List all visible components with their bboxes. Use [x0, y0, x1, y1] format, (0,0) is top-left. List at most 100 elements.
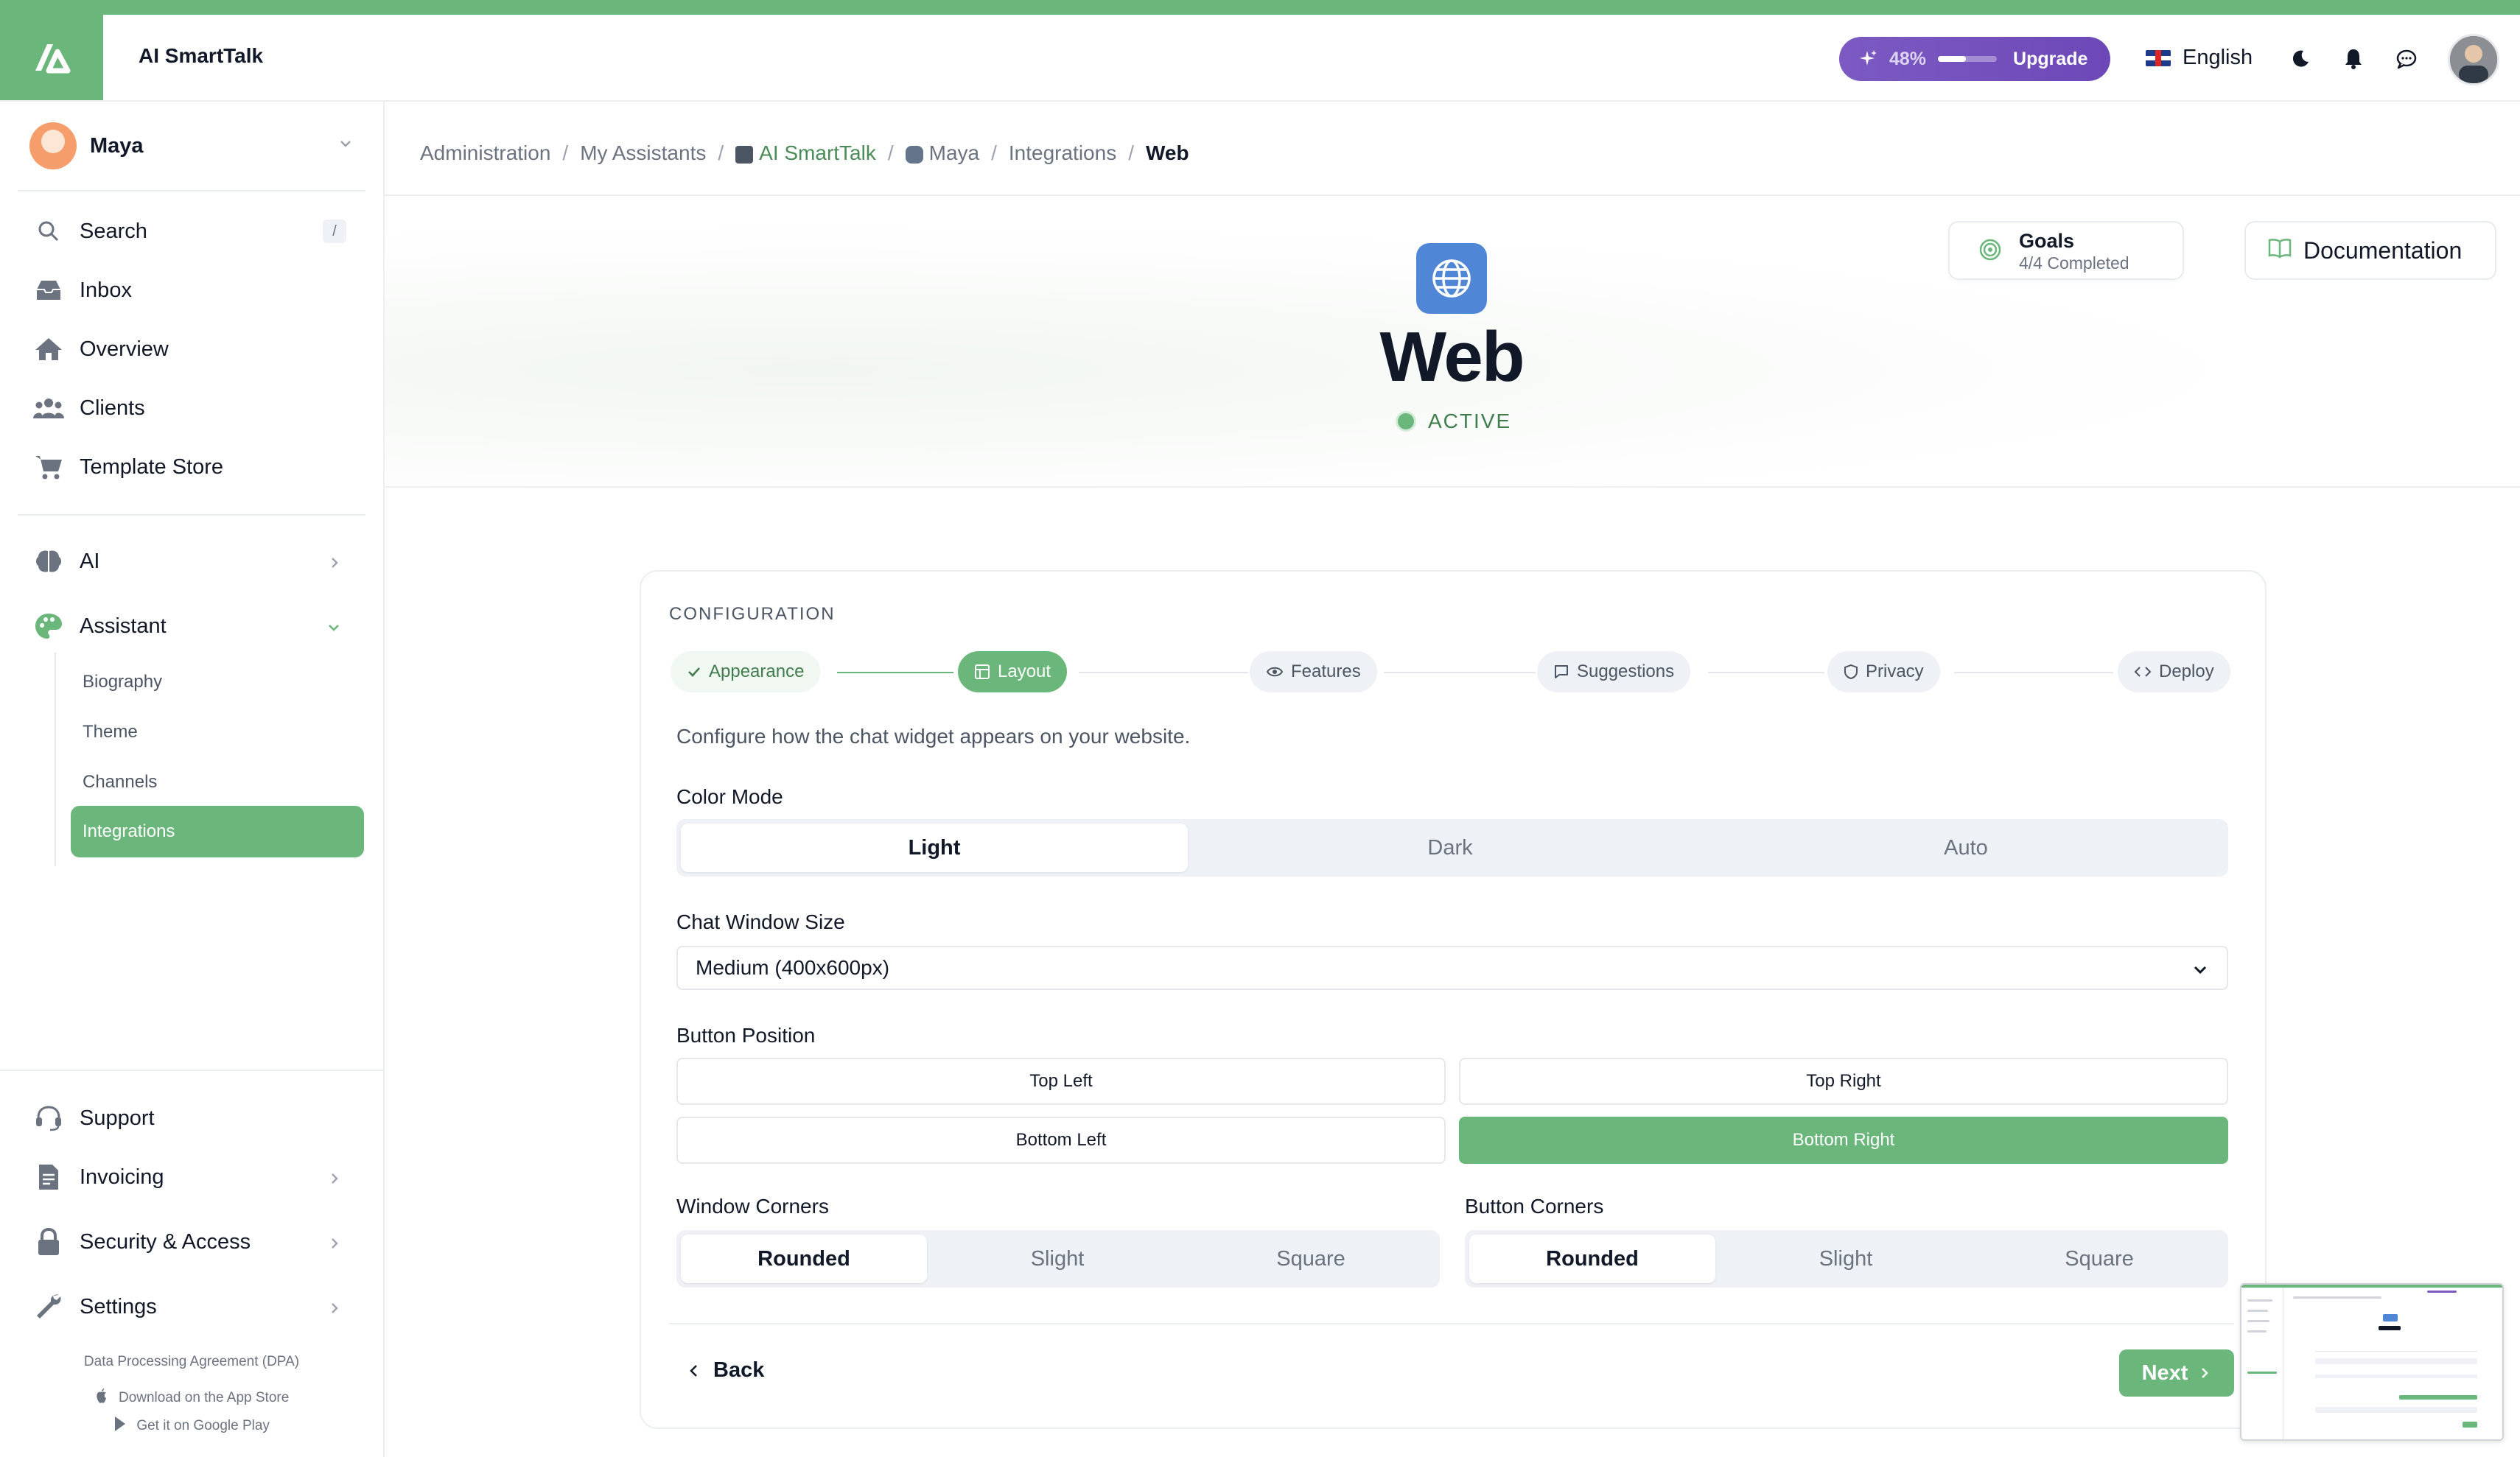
sparkle-icon: [1860, 50, 1877, 66]
chevron-right-icon: [327, 1298, 342, 1322]
sidebar-item-settings[interactable]: Settings: [32, 1285, 357, 1329]
goals-button[interactable]: Goals 4/4 Completed: [1948, 221, 2184, 280]
sidebar-group-assistant[interactable]: Assistant: [32, 604, 357, 648]
position-bottom-right[interactable]: Bottom Right: [1459, 1117, 2228, 1164]
status-dot: [1396, 411, 1416, 432]
window-size-select[interactable]: Medium (400x600px): [676, 946, 2228, 990]
code-icon: [2134, 664, 2152, 679]
sidebar: Maya Search / Inbox Overview Clients Tem…: [0, 102, 385, 1457]
minimap-line: [2315, 1351, 2477, 1352]
upgrade-button[interactable]: 48% Upgrade: [1839, 37, 2110, 81]
sidebar-group-ai[interactable]: AI: [32, 539, 357, 583]
moon-icon[interactable]: [2287, 46, 2314, 72]
button-corners-label: Button Corners: [1465, 1195, 1604, 1218]
headset-icon: [32, 1102, 65, 1134]
sidebar-item-overview[interactable]: Overview: [32, 327, 357, 371]
position-top-left[interactable]: Top Left: [676, 1058, 1446, 1105]
user-switcher[interactable]: Maya: [29, 119, 354, 172]
dpa-link[interactable]: Data Processing Agreement (DPA): [0, 1354, 383, 1370]
next-button[interactable]: Next: [2119, 1349, 2234, 1397]
breadcrumb-current: Web: [1145, 141, 1189, 164]
app-store-link[interactable]: Download on the App Store: [0, 1388, 383, 1406]
window-size-value: Medium (400x600px): [696, 956, 890, 979]
breadcrumb-integrations[interactable]: Integrations: [1009, 141, 1116, 165]
app-logo[interactable]: [0, 15, 103, 100]
sidebar-item-support[interactable]: Support: [32, 1096, 357, 1140]
color-mode-dark[interactable]: Dark: [1197, 824, 1704, 872]
chevron-left-icon: [687, 1362, 701, 1380]
step-privacy[interactable]: Privacy: [1827, 651, 1940, 692]
breadcrumb-ai-smarttalk[interactable]: AI SmartTalk: [735, 141, 876, 165]
back-button[interactable]: Back: [687, 1358, 764, 1383]
step-features[interactable]: Features: [1250, 651, 1377, 692]
step-connector: [1079, 672, 1248, 673]
button-position-label: Button Position: [676, 1024, 816, 1047]
documentation-label: Documentation: [2303, 236, 2463, 264]
minimap-line: [2247, 1330, 2267, 1333]
app-header: AI SmartTalk 48% Upgrade English: [0, 15, 2520, 102]
sidebar-item-label: Invoicing: [80, 1165, 164, 1189]
upgrade-percent: 48%: [1889, 48, 1927, 69]
sidebar-item-label: Template Store: [80, 454, 224, 479]
window-corners-slight[interactable]: Slight: [934, 1235, 1180, 1283]
sidebar-item-clients[interactable]: Clients: [32, 386, 357, 430]
step-suggestions[interactable]: Suggestions: [1537, 651, 1691, 692]
language-selector[interactable]: English: [2146, 46, 2253, 70]
bell-icon[interactable]: [2340, 46, 2367, 72]
step-label: Suggestions: [1577, 661, 1675, 681]
chevron-right-icon: [327, 1168, 342, 1193]
sidebar-item-label: Support: [80, 1106, 155, 1130]
step-layout[interactable]: Layout: [958, 651, 1068, 692]
sidebar-item-security-access[interactable]: Security & Access: [32, 1220, 357, 1264]
sidebar-sub-integrations[interactable]: Integrations: [71, 806, 364, 857]
upgrade-progress-bar: [1938, 56, 1998, 62]
breadcrumb-maya[interactable]: Maya: [905, 141, 980, 165]
breadcrumb-administration[interactable]: Administration: [420, 141, 550, 165]
step-deploy[interactable]: Deploy: [2118, 651, 2230, 692]
config-description: Configure how the chat widget appears on…: [676, 725, 1191, 748]
chat-icon[interactable]: [2393, 46, 2420, 72]
breadcrumb-label: Maya: [928, 141, 980, 164]
search-icon: [32, 215, 65, 247]
sidebar-group-label: AI: [80, 549, 100, 573]
sidebar-item-label: Overview: [80, 337, 169, 361]
window-corners-toggle: Rounded Slight Square: [676, 1230, 1440, 1288]
documentation-button[interactable]: Documentation: [2244, 221, 2496, 280]
back-label: Back: [713, 1358, 765, 1382]
sidebar-item-label: Security & Access: [80, 1229, 251, 1254]
layout-icon: [974, 664, 990, 680]
position-top-right[interactable]: Top Right: [1459, 1058, 2228, 1105]
sidebar-item-inbox[interactable]: Inbox: [32, 268, 357, 312]
color-mode-light[interactable]: Light: [681, 824, 1188, 872]
page-minimap[interactable]: [2240, 1283, 2504, 1441]
step-appearance[interactable]: Appearance: [671, 651, 821, 692]
minimap-line: [2247, 1372, 2277, 1374]
sidebar-item-invoicing[interactable]: Invoicing: [32, 1155, 357, 1199]
google-play-link[interactable]: Get it on Google Play: [0, 1416, 383, 1434]
color-mode-auto[interactable]: Auto: [1712, 824, 2219, 872]
step-label: Privacy: [1866, 661, 1924, 681]
sidebar-divider: [18, 190, 365, 192]
inbox-icon: [32, 274, 65, 306]
sidebar-search[interactable]: Search /: [32, 209, 357, 253]
target-icon: [1979, 239, 2001, 261]
chevron-right-icon: [2198, 1365, 2211, 1381]
button-corners-rounded[interactable]: Rounded: [1469, 1235, 1715, 1283]
user-avatar[interactable]: [2448, 34, 2499, 85]
sidebar-sub-biography[interactable]: Biography: [83, 672, 162, 692]
button-corners-slight[interactable]: Slight: [1723, 1235, 1969, 1283]
sidebar-sub-theme[interactable]: Theme: [83, 722, 138, 742]
button-corners-square[interactable]: Square: [1976, 1235, 2222, 1283]
users-icon: [32, 392, 65, 424]
sidebar-sub-channels[interactable]: Channels: [83, 772, 157, 793]
lock-icon: [32, 1226, 65, 1258]
card-footer-divider: [669, 1323, 2234, 1324]
window-corners-rounded[interactable]: Rounded: [681, 1235, 927, 1283]
position-bottom-left[interactable]: Bottom Left: [676, 1117, 1446, 1164]
step-label: Appearance: [709, 661, 805, 681]
window-corners-square[interactable]: Square: [1188, 1235, 1434, 1283]
breadcrumb-my-assistants[interactable]: My Assistants: [580, 141, 706, 165]
step-connector: [1708, 672, 1824, 673]
sidebar-item-template-store[interactable]: Template Store: [32, 445, 357, 489]
home-icon: [32, 333, 65, 365]
